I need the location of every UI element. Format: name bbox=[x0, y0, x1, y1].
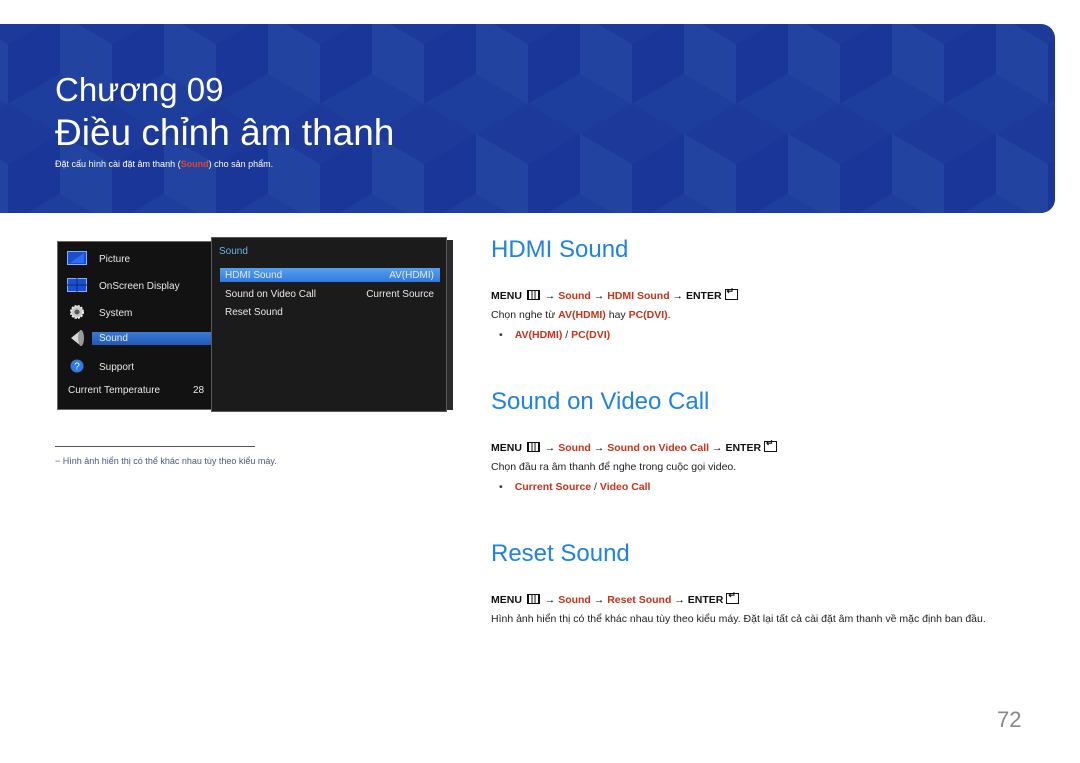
chapter-title: Điều chỉnh âm thanh bbox=[55, 112, 395, 153]
submenu-item-label: Reset Sound bbox=[225, 307, 283, 318]
path-step: Sound bbox=[558, 594, 591, 606]
enter-label: ENTER bbox=[685, 290, 722, 302]
temperature-value: 28 bbox=[193, 385, 205, 396]
enter-label: ENTER bbox=[687, 594, 724, 606]
path-step: Sound bbox=[558, 442, 591, 454]
enter-icon bbox=[724, 286, 738, 300]
osd-item-support[interactable]: ? Support bbox=[58, 359, 213, 375]
heading-sound-on-video-call: Sound on Video Call bbox=[491, 388, 710, 415]
osd-item-label: OnScreen Display bbox=[99, 281, 180, 292]
osd-main-menu: Picture OnScreen Display System Sound ? … bbox=[57, 241, 213, 410]
arrow: → bbox=[674, 594, 685, 606]
separator: / bbox=[562, 329, 572, 341]
arrow: → bbox=[712, 442, 723, 454]
desc-text: Chọn nghe từ bbox=[491, 309, 559, 321]
enter-icon bbox=[764, 438, 778, 452]
submenu-title: Sound bbox=[219, 246, 248, 257]
gear-icon bbox=[70, 305, 84, 319]
arrow: → bbox=[593, 594, 605, 606]
menu-label: MENU bbox=[491, 594, 522, 606]
arrow: → bbox=[672, 290, 684, 302]
subtitle-text-end: ) cho sản phẩm. bbox=[208, 159, 274, 169]
arrow: → bbox=[593, 290, 605, 302]
submenu-item-hdmi-sound[interactable]: HDMI Sound AV(HDMI) bbox=[220, 268, 440, 282]
temperature-label: Current Temperature bbox=[68, 385, 161, 396]
submenu-item-value: AV(HDMI) bbox=[389, 270, 434, 281]
submenu-item-label: HDMI Sound bbox=[225, 270, 283, 281]
arrow: → bbox=[544, 290, 556, 302]
option: Current Source bbox=[514, 481, 592, 493]
onscreen-display-icon bbox=[67, 278, 87, 292]
option: Video Call bbox=[599, 481, 651, 493]
desc-text: hay bbox=[605, 309, 629, 321]
description-sound-on-video-call: Chọn đầu ra âm thanh để nghe trong cuộc … bbox=[491, 461, 737, 473]
subtitle-highlight: Sound bbox=[180, 159, 209, 169]
osd-item-label: System bbox=[99, 308, 133, 319]
osd-item-system[interactable]: System bbox=[58, 305, 213, 321]
menu-icon bbox=[526, 594, 540, 604]
options-hdmi-sound: • AV(HDMI) / PC(DVI) bbox=[499, 329, 610, 341]
enter-icon bbox=[726, 590, 740, 604]
path-step: HDMI Sound bbox=[607, 290, 670, 302]
bullet: • bbox=[499, 481, 503, 493]
osd-item-picture[interactable]: Picture bbox=[58, 251, 213, 267]
chapter-subtitle: Đặt cấu hình cài đặt âm thanh (Sound) ch… bbox=[55, 159, 273, 169]
osd-item-label: Picture bbox=[99, 254, 131, 265]
menu-label: MENU bbox=[491, 290, 522, 302]
svg-text:?: ? bbox=[74, 362, 80, 373]
menu-path-sound-on-video-call: MENU → Sound → Sound on Video Call → ENT… bbox=[491, 438, 778, 454]
question-icon: ? bbox=[70, 359, 84, 373]
enter-label: ENTER bbox=[725, 442, 762, 454]
submenu-item-reset-sound[interactable]: Reset Sound bbox=[220, 305, 440, 319]
path-step: Sound bbox=[558, 290, 591, 302]
subtitle-text: Đặt cấu hình cài đặt âm thanh ( bbox=[55, 159, 181, 169]
options-sound-on-video-call: • Current Source / Video Call bbox=[499, 481, 650, 493]
submenu-item-sound-on-video-call[interactable]: Sound on Video Call Current Source bbox=[220, 287, 440, 301]
chapter-number: Chương 09 bbox=[55, 71, 224, 108]
footnote: − Hình ảnh hiển thị có thể khác nhau tùy… bbox=[55, 456, 277, 466]
arrow: → bbox=[544, 594, 556, 606]
menu-icon bbox=[526, 442, 540, 452]
footnote-divider bbox=[55, 446, 255, 447]
menu-path-reset-sound: MENU → Sound → Reset Sound → ENTER bbox=[491, 590, 740, 606]
osd-item-label: Sound bbox=[99, 333, 128, 344]
option: AV(HDMI) bbox=[514, 329, 563, 341]
submenu-item-value: Current Source bbox=[366, 289, 434, 300]
osd-item-onscreen-display[interactable]: OnScreen Display bbox=[58, 278, 213, 294]
path-step: Reset Sound bbox=[607, 594, 672, 606]
page-number: 72 bbox=[997, 707, 1022, 732]
menu-icon bbox=[526, 290, 540, 300]
path-step: Sound on Video Call bbox=[607, 442, 710, 454]
bullet: • bbox=[499, 329, 503, 341]
speaker-icon bbox=[71, 330, 84, 346]
arrow: → bbox=[593, 442, 605, 454]
desc-highlight: PC(DVI) bbox=[628, 309, 668, 321]
osd-panel-shadow bbox=[447, 240, 453, 410]
arrow: → bbox=[544, 442, 556, 454]
osd-item-sound[interactable]: Sound bbox=[58, 330, 213, 348]
description-hdmi-sound: Chọn nghe từ AV(HDMI) hay PC(DVI). bbox=[491, 309, 671, 321]
heading-hdmi-sound: HDMI Sound bbox=[491, 236, 629, 263]
heading-reset-sound: Reset Sound bbox=[491, 540, 630, 567]
osd-item-label: Support bbox=[99, 362, 135, 373]
submenu-item-label: Sound on Video Call bbox=[225, 289, 316, 300]
desc-highlight: AV(HDMI) bbox=[558, 309, 606, 321]
osd-sound-submenu: Sound HDMI Sound AV(HDMI) Sound on Video… bbox=[211, 237, 447, 412]
picture-icon bbox=[67, 251, 87, 265]
menu-path-hdmi-sound: MENU → Sound → HDMI Sound → ENTER bbox=[491, 286, 738, 302]
chapter-banner: Chương 09 Điều chỉnh âm thanh Đặt cấu hì… bbox=[0, 24, 1055, 213]
separator: / bbox=[591, 481, 600, 493]
option: PC(DVI) bbox=[571, 329, 611, 341]
menu-label: MENU bbox=[491, 442, 522, 454]
desc-text: . bbox=[667, 309, 671, 321]
description-reset-sound: Hình ảnh hiển thị có thể khác nhau tùy t… bbox=[491, 613, 986, 625]
